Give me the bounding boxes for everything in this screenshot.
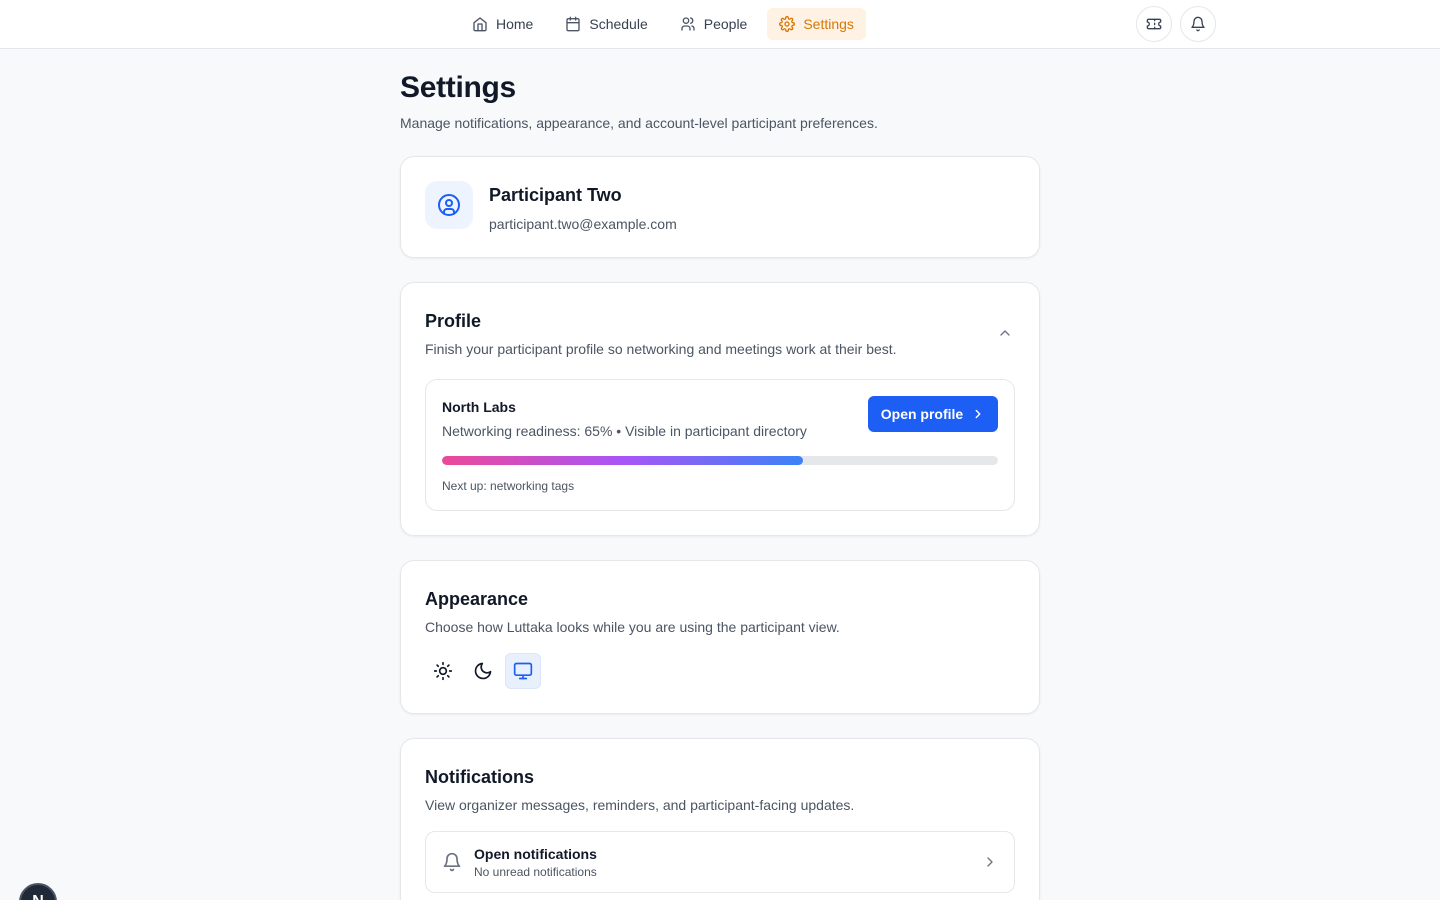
open-notifications-label: Open notifications bbox=[474, 846, 597, 862]
notifications-description: View organizer messages, reminders, and … bbox=[425, 797, 855, 813]
dark-theme-button[interactable] bbox=[465, 653, 501, 689]
open-profile-button[interactable]: Open profile bbox=[868, 396, 998, 432]
top-actions bbox=[1136, 6, 1216, 42]
sun-icon bbox=[433, 661, 453, 681]
home-icon bbox=[473, 17, 487, 32]
profile-title: Profile bbox=[425, 311, 482, 331]
page-title: Settings bbox=[400, 71, 516, 104]
user-circle-icon bbox=[438, 194, 460, 216]
organization-name: North Labs bbox=[442, 399, 516, 415]
next-up-text: Next up: networking tags bbox=[442, 479, 575, 493]
system-theme-button[interactable] bbox=[505, 653, 541, 689]
notifications-button[interactable] bbox=[1180, 6, 1216, 42]
nav-settings-label: Settings bbox=[803, 16, 854, 32]
chevron-right-icon bbox=[975, 409, 981, 419]
gear-icon bbox=[779, 16, 796, 32]
user-email: participant.two@example.com bbox=[489, 216, 677, 232]
notifications-section: Notifications View organizer messages, r… bbox=[400, 738, 1040, 900]
appearance-description: Choose how Luttaka looks while you are u… bbox=[425, 619, 840, 635]
top-navigation-bar: Home Schedule People Settings bbox=[0, 0, 1440, 49]
nav-settings[interactable]: Settings bbox=[767, 8, 866, 40]
fab-letter: N bbox=[32, 893, 44, 900]
nav-schedule-label: Schedule bbox=[589, 16, 648, 32]
chevron-up-icon[interactable] bbox=[997, 325, 1013, 341]
calendar-icon bbox=[566, 16, 581, 32]
open-profile-label: Open profile bbox=[880, 406, 964, 422]
bell-icon bbox=[1191, 16, 1205, 32]
main-content: Settings Manage notifications, appearanc… bbox=[400, 49, 1040, 900]
open-notifications-row[interactable]: Open notifications No unread notificatio… bbox=[425, 831, 1015, 893]
bell-icon bbox=[443, 852, 461, 872]
avatar bbox=[425, 181, 473, 229]
readiness-progress-fill bbox=[442, 456, 804, 465]
tickets-button[interactable] bbox=[1136, 6, 1172, 42]
profile-description: Finish your participant profile so netwo… bbox=[425, 341, 897, 357]
readiness-progress-bar bbox=[442, 456, 998, 465]
nav-home-label: Home bbox=[496, 16, 534, 32]
appearance-section: Appearance Choose how Luttaka looks whil… bbox=[400, 560, 1040, 714]
appearance-title: Appearance bbox=[425, 589, 529, 609]
nav-home[interactable]: Home bbox=[460, 8, 545, 40]
unread-status: No unread notifications bbox=[474, 865, 597, 879]
moon-icon bbox=[474, 662, 492, 680]
nav-people-label: People bbox=[703, 16, 748, 32]
profile-status-box: North Labs Networking readiness: 65% • V… bbox=[425, 379, 1015, 511]
page-subtitle: Manage notifications, appearance, and ac… bbox=[400, 115, 878, 131]
theme-selector bbox=[425, 653, 541, 689]
chevron-right-icon bbox=[987, 857, 993, 867]
monitor-icon bbox=[513, 662, 533, 680]
user-name: Participant Two bbox=[489, 185, 622, 205]
user-card: Participant Two participant.two@example.… bbox=[400, 156, 1040, 258]
notifications-title: Notifications bbox=[425, 767, 535, 787]
light-theme-button[interactable] bbox=[425, 653, 461, 689]
users-icon bbox=[681, 17, 695, 31]
ticket-icon bbox=[1146, 18, 1162, 30]
main-nav: Home Schedule People Settings bbox=[460, 8, 866, 40]
profile-section: Profile Finish your participant profile … bbox=[400, 282, 1040, 536]
nav-people[interactable]: People bbox=[668, 8, 760, 40]
profile-meta: Networking readiness: 65% • Visible in p… bbox=[442, 423, 807, 439]
nav-schedule[interactable]: Schedule bbox=[553, 8, 659, 40]
floating-assistant-button[interactable]: N bbox=[19, 883, 57, 900]
